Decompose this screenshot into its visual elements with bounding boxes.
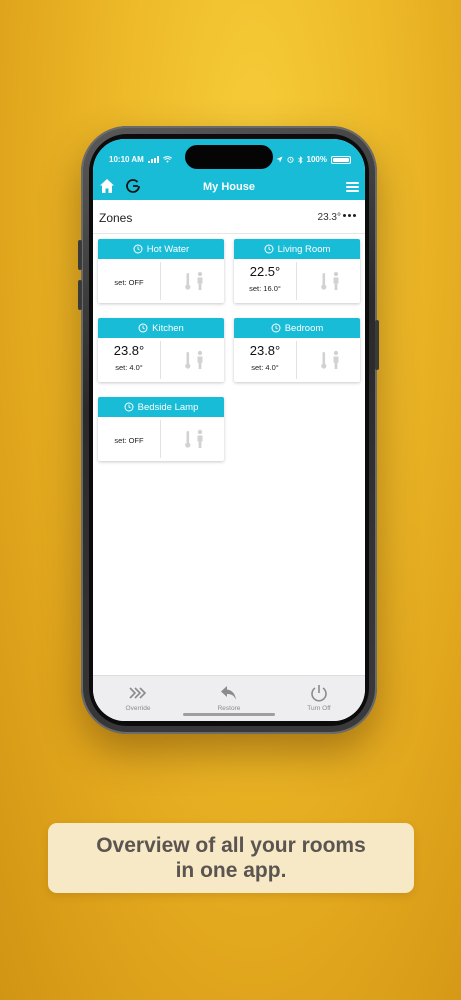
location-icon	[275, 156, 283, 163]
zone-card-header[interactable]: Bedroom	[234, 318, 360, 338]
zone-current-temperature: 22.5°	[249, 264, 281, 279]
signal-icon	[147, 156, 159, 163]
zone-current-temperature: 23.8°	[249, 343, 281, 358]
card-divider	[296, 341, 297, 379]
zones-header: Zones 23.3°	[93, 200, 365, 234]
phone-side-button	[78, 280, 82, 310]
clock-icon	[133, 244, 143, 254]
zone-set-temperature: set: 16.0°	[249, 284, 281, 293]
zone-current-temperature: 23.8°	[113, 343, 145, 358]
restore-label: Restore	[217, 705, 241, 712]
restore-button[interactable]: Restore	[194, 684, 264, 712]
zone-name: Bedroom	[284, 322, 324, 334]
clock-icon	[264, 244, 274, 254]
zone-name: Kitchen	[152, 322, 184, 334]
thermometer-person-icon	[185, 429, 203, 448]
clock-icon	[138, 323, 148, 333]
zone-name: Hot Water	[146, 243, 190, 255]
status-time: 10:10 AM	[109, 155, 144, 164]
battery-percent: 100%	[306, 155, 327, 164]
phone-side-button	[78, 240, 82, 270]
bluetooth-icon	[297, 155, 303, 164]
zone-card-bedroom[interactable]: Bedroom 23.8° set: 4.0°	[234, 318, 360, 382]
zone-card-bedside-lamp[interactable]: Bedside Lamp set: OFF	[98, 397, 224, 461]
zone-set-temperature: set: OFF	[114, 436, 144, 445]
caption-line-1: Overview of all your rooms	[96, 834, 366, 857]
zones-temperature: 23.3°	[317, 212, 341, 223]
battery-icon	[331, 155, 351, 164]
zone-name: Living Room	[277, 243, 331, 255]
page-title: My House	[203, 181, 255, 193]
phone-power-button	[375, 320, 379, 370]
zone-card-header[interactable]: Kitchen	[98, 318, 224, 338]
card-divider	[296, 262, 297, 300]
home-indicator	[183, 713, 275, 716]
zone-set-temperature: set: OFF	[114, 278, 144, 287]
status-bar-left: 10:10 AM	[109, 155, 172, 164]
card-divider	[160, 420, 161, 458]
clock-icon	[271, 323, 281, 333]
clock-icon	[124, 402, 134, 412]
zone-name: Bedside Lamp	[137, 401, 199, 413]
status-bar-right: 100%	[275, 155, 351, 164]
override-icon	[129, 687, 147, 699]
zone-set-temperature: set: 4.0°	[251, 363, 279, 372]
zone-card-header[interactable]: Hot Water	[98, 239, 224, 259]
alarm-icon	[286, 156, 294, 163]
zone-card-kitchen[interactable]: Kitchen 23.8° set: 4.0°	[98, 318, 224, 382]
zone-set-temperature: set: 4.0°	[115, 363, 143, 372]
wifi-icon	[162, 156, 172, 163]
turn-off-button[interactable]: Turn Off	[284, 684, 354, 712]
thermometer-person-icon	[185, 350, 203, 369]
zone-card-hot-water[interactable]: Hot Water set: OFF	[98, 239, 224, 303]
override-label: Override	[125, 705, 151, 712]
thermometer-person-icon	[321, 271, 339, 290]
card-divider	[160, 341, 161, 379]
zone-card-living-room[interactable]: Living Room 22.5° set: 16.0°	[234, 239, 360, 303]
thermometer-person-icon	[185, 271, 203, 290]
turn-off-label: Turn Off	[307, 705, 331, 712]
dynamic-island	[185, 145, 273, 169]
nav-bar: My House	[93, 177, 365, 199]
promo-caption: Overview of all your rooms in one app.	[48, 823, 414, 893]
zone-card-header[interactable]: Living Room	[234, 239, 360, 259]
menu-icon[interactable]	[346, 182, 359, 192]
zone-card-header[interactable]: Bedside Lamp	[98, 397, 224, 417]
bottom-bar: Override Restore Turn Off	[93, 675, 365, 721]
more-options-icon[interactable]	[343, 214, 356, 217]
caption-line-2: in one app.	[175, 859, 287, 882]
restore-icon	[221, 686, 236, 700]
zones-title: Zones	[99, 211, 133, 225]
thermometer-person-icon	[321, 350, 339, 369]
power-icon	[311, 685, 327, 702]
app-screen: 10:10 AM 100% My House Zones 23.3° Hot W…	[93, 139, 365, 721]
override-button[interactable]: Override	[103, 684, 173, 712]
card-divider	[160, 262, 161, 300]
